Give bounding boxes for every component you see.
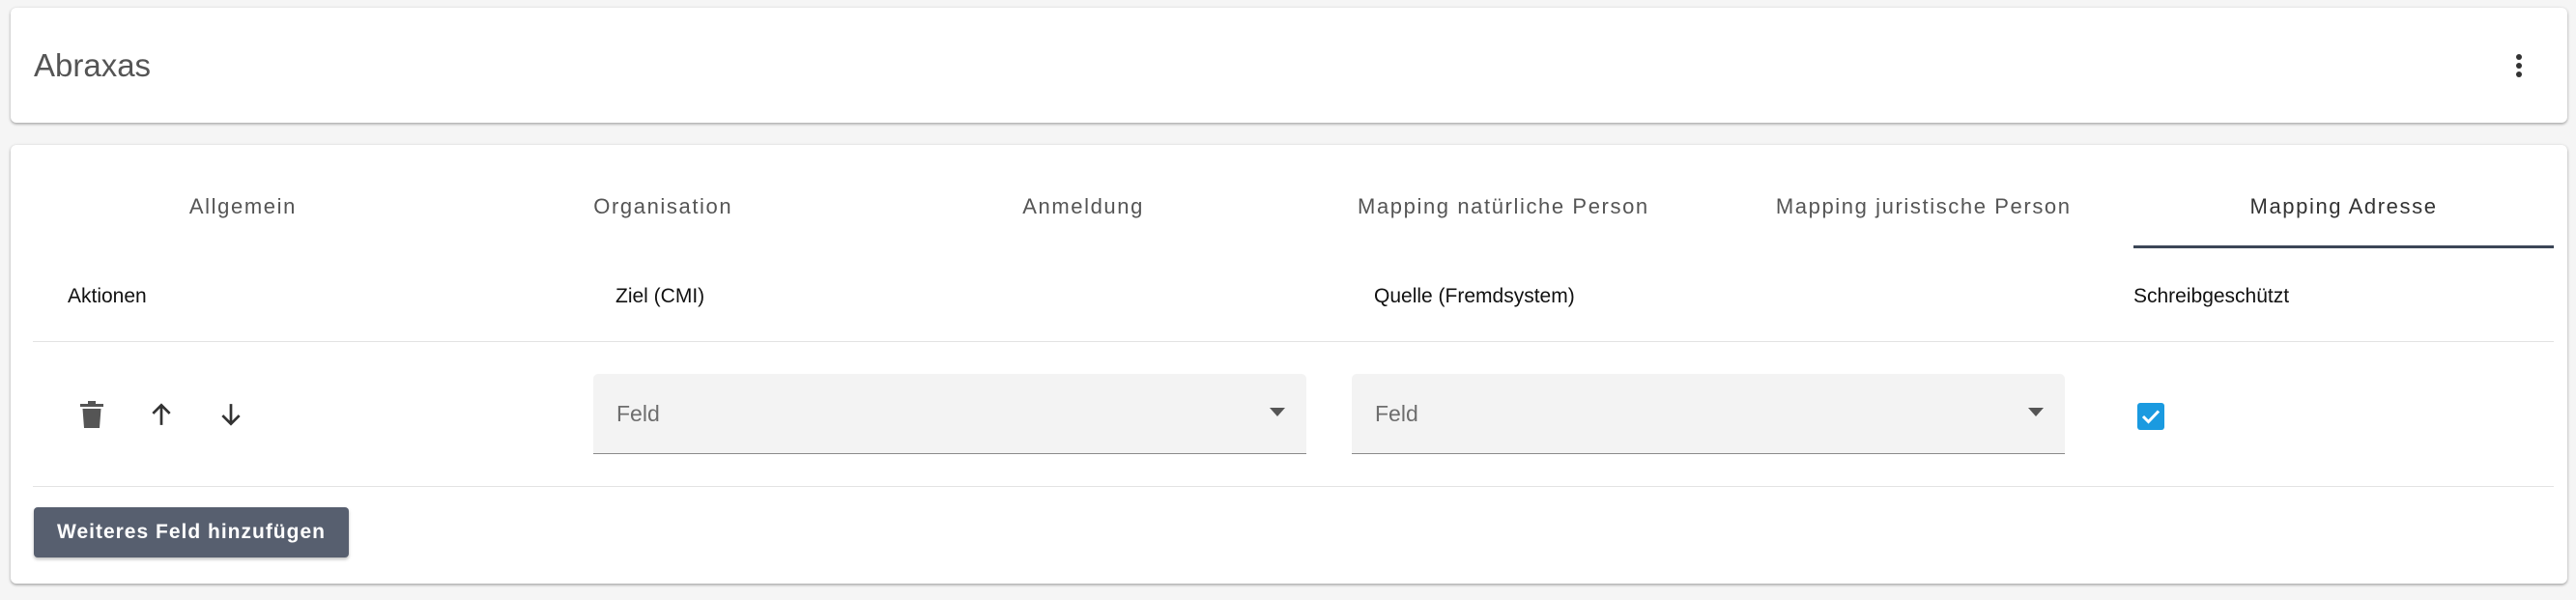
tab-organisation[interactable]: Organisation [453, 164, 873, 248]
table-row: Feld Feld [33, 342, 2554, 487]
add-field-button[interactable]: Weiteres Feld hinzufügen [34, 507, 349, 557]
more-vert-icon [2516, 54, 2522, 77]
tab-anmeldung[interactable]: Anmeldung [873, 164, 1294, 248]
delete-button[interactable] [68, 390, 116, 439]
schreibgeschuetzt-checkbox[interactable] [2137, 403, 2164, 430]
column-header-aktionen: Aktionen [68, 285, 147, 307]
tab-mapping-natuerliche-person[interactable]: Mapping natürliche Person [1293, 164, 1713, 248]
more-menu-button[interactable] [2500, 46, 2538, 85]
mapping-card: Allgemein Organisation Anmeldung Mapping… [11, 145, 2567, 584]
tab-mapping-adresse[interactable]: Mapping Adresse [2133, 164, 2554, 248]
ziel-select-placeholder: Feld [616, 401, 660, 426]
checkmark-icon [2141, 410, 2161, 424]
tab-allgemein[interactable]: Allgemein [33, 164, 453, 248]
tab-bar: Allgemein Organisation Anmeldung Mapping… [33, 164, 2554, 248]
quelle-select-placeholder: Feld [1375, 401, 1418, 426]
arrow-down-icon [221, 404, 241, 426]
header-card: Abraxas [11, 8, 2567, 123]
column-header-ziel: Ziel (CMI) [615, 285, 705, 307]
dropdown-arrow-icon [2028, 408, 2044, 416]
move-up-button[interactable] [137, 390, 186, 439]
page-title: Abraxas [34, 46, 152, 83]
quelle-select[interactable]: Feld [1352, 374, 2065, 454]
tab-mapping-juristische-person[interactable]: Mapping juristische Person [1713, 164, 2133, 248]
ziel-select[interactable]: Feld [593, 374, 1306, 454]
move-down-button[interactable] [207, 390, 255, 439]
delete-icon [80, 401, 103, 428]
dropdown-arrow-icon [1270, 408, 1285, 416]
table-header: Aktionen Ziel (CMI) Quelle (Fremdsystem)… [33, 251, 2554, 342]
column-header-quelle: Quelle (Fremdsystem) [1374, 285, 1575, 307]
column-header-schreibgeschuetzt: Schreibgeschützt [2133, 285, 2290, 307]
arrow-up-icon [152, 403, 171, 425]
